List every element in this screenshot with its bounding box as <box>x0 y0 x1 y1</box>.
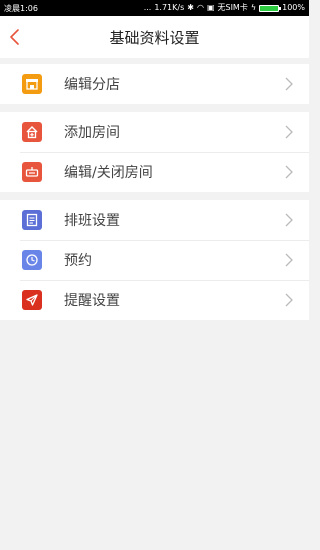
close-room-icon <box>22 162 42 182</box>
chevron-right-icon <box>285 165 293 179</box>
settings-group-schedule: 排班设置 预约 提醒设置 <box>0 200 309 320</box>
clock-icon <box>22 250 42 270</box>
menu-item-label: 排班设置 <box>64 213 120 229</box>
header-bar: 基础资料设置 <box>0 16 309 58</box>
wifi-icon: ◠ <box>196 3 204 12</box>
page-title: 基础资料设置 <box>109 28 200 47</box>
menu-item-label: 编辑/关闭房间 <box>64 165 153 181</box>
status-dots: ... <box>143 3 152 12</box>
menu-item-appointment[interactable]: 预约 <box>0 240 309 280</box>
reminder-icon <box>22 290 42 310</box>
menu-item-label: 提醒设置 <box>64 293 120 309</box>
back-arrow-icon <box>9 29 19 45</box>
chevron-right-icon <box>285 125 293 139</box>
chevron-right-icon <box>285 253 293 267</box>
status-bar: 凌晨1:06 ... 1.71K/s ✱ ◠ ▣ 无SIM卡 ϟ 100% <box>0 0 309 16</box>
status-indicators: ... 1.71K/s ✱ ◠ ▣ 无SIM卡 ϟ 100% <box>144 4 305 12</box>
add-room-icon <box>22 122 42 142</box>
chevron-right-icon <box>285 77 293 91</box>
schedule-icon <box>22 210 42 230</box>
menu-item-schedule-settings[interactable]: 排班设置 <box>0 200 309 240</box>
chevron-right-icon <box>285 213 293 227</box>
chevron-right-icon <box>285 293 293 307</box>
charging-icon: ϟ <box>250 3 257 12</box>
battery-level: 100% <box>282 3 305 12</box>
menu-item-label: 添加房间 <box>64 125 120 141</box>
menu-item-edit-store[interactable]: 编辑分店 <box>0 64 309 104</box>
menu-item-edit-close-room[interactable]: 编辑/关闭房间 <box>0 152 309 192</box>
store-icon <box>22 74 42 94</box>
settings-group-rooms: 添加房间 编辑/关闭房间 <box>0 112 309 192</box>
status-time: 凌晨1:06 <box>4 3 38 13</box>
menu-item-label: 预约 <box>64 253 92 269</box>
back-button[interactable] <box>0 16 28 58</box>
bluetooth-icon: ✱ <box>187 3 194 12</box>
menu-item-label: 编辑分店 <box>64 77 120 93</box>
network-speed: 1.71K/s <box>154 3 185 12</box>
menu-item-reminder-settings[interactable]: 提醒设置 <box>0 280 309 320</box>
settings-group-store: 编辑分店 <box>0 64 309 104</box>
sim-status: 无SIM卡 <box>217 3 248 12</box>
battery-icon <box>259 4 282 12</box>
menu-item-add-room[interactable]: 添加房间 <box>0 112 309 152</box>
sim-icon: ▣ <box>206 3 215 12</box>
